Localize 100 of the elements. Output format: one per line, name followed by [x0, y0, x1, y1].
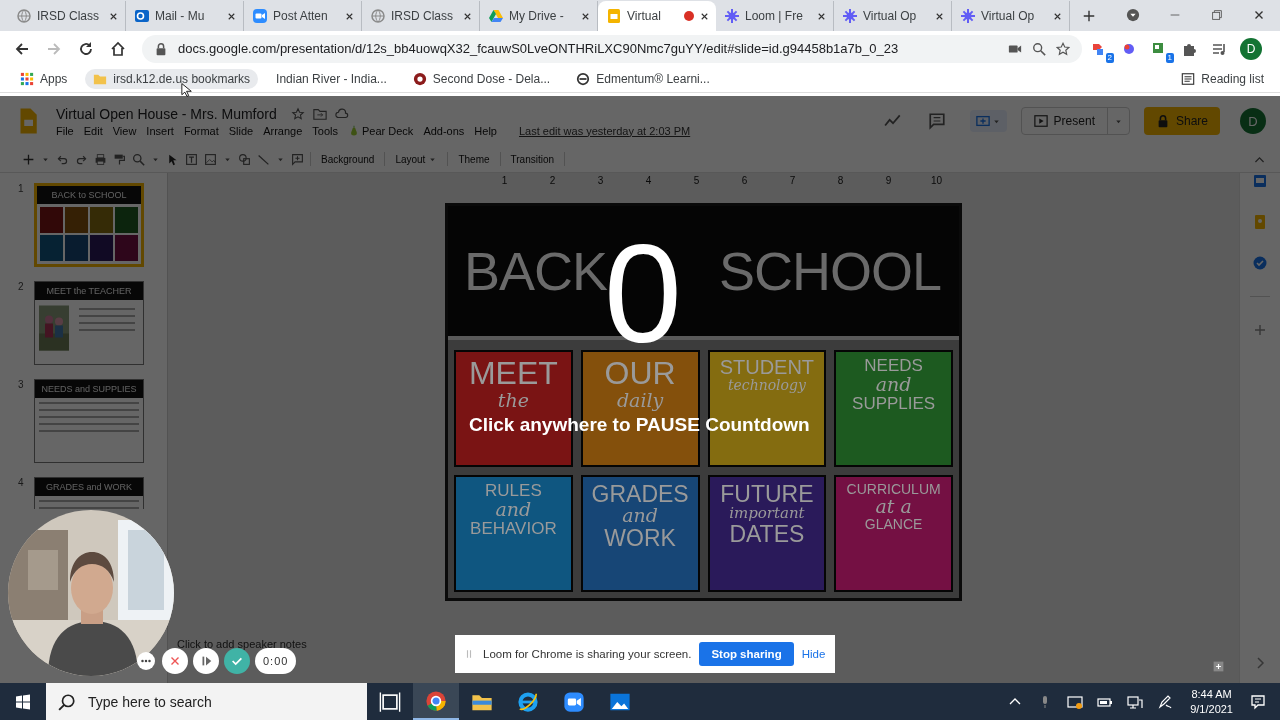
line-icon[interactable] [257, 152, 270, 166]
text-line [79, 308, 135, 310]
shape-icon[interactable] [238, 152, 251, 166]
thumbnail-tile [65, 235, 88, 261]
comment-icon[interactable] [927, 112, 946, 130]
windows-start-icon[interactable] [15, 693, 31, 710]
search-icon [58, 692, 76, 711]
menu-item[interactable]: Arrange [263, 124, 303, 137]
slide-thumbnail[interactable]: NEEDS and SUPPLIES [34, 379, 144, 463]
menu-item[interactable]: Add-ons [423, 124, 465, 137]
toolbar-button[interactable]: Transition [506, 153, 559, 165]
add-comment-icon[interactable] [291, 152, 304, 166]
bookmark[interactable]: Apps [12, 69, 76, 89]
tile-text: GLANCE [864, 516, 923, 532]
text-line [79, 322, 135, 324]
menu-item[interactable]: Format [183, 124, 219, 137]
toolbar-button[interactable]: Background [317, 153, 379, 165]
clock[interactable]: 8:44 AM 9/1/2021 [1190, 686, 1233, 717]
menu-item[interactable]: View [112, 124, 137, 137]
bookmark[interactable]: irsd.k12.de.us bookmarks [85, 69, 259, 89]
ruler-number: 8 [836, 175, 845, 188]
slides-icon [606, 8, 622, 24]
bookmark[interactable]: Indian River - India... [268, 69, 395, 89]
reading-list-button[interactable]: Reading list [1173, 69, 1272, 89]
account-avatar[interactable]: D [1240, 108, 1266, 134]
bookmark[interactable]: Second Dose - Dela... [404, 69, 559, 89]
thumbnail-tile [115, 207, 138, 233]
select-icon[interactable] [166, 152, 179, 166]
chrome-icon [425, 689, 447, 712]
ruler-number: 10 [930, 175, 943, 188]
paint-format-icon[interactable] [113, 152, 126, 166]
apps-grid-icon [20, 72, 34, 86]
zoom-icon[interactable] [132, 152, 145, 166]
slide-thumbnail[interactable]: BACK to SCHOOL [34, 183, 144, 267]
home-icon[interactable] [110, 40, 126, 57]
new-tab-icon[interactable] [1082, 9, 1096, 23]
thumbnail-heading: MEET the TEACHER [35, 282, 143, 300]
tile-text: NEEDS [864, 357, 923, 375]
menu-item[interactable]: File [56, 124, 74, 137]
menu-item[interactable]: Pear Deck [348, 124, 414, 137]
starburst-icon [960, 8, 976, 24]
ruler-number: 4 [644, 175, 653, 188]
cloud-icon [334, 106, 349, 121]
speaker-notes-field[interactable]: Click to add speaker notes [177, 638, 307, 650]
ruler-number: 9 [884, 175, 893, 188]
countdown-message[interactable]: Click anywhere to PAUSE Countdown [469, 414, 810, 436]
profile-avatar[interactable]: D [1240, 37, 1262, 60]
ruler-number: 5 [692, 175, 701, 188]
tile-text: STUDENT [719, 357, 815, 378]
tile-text: FUTURE [720, 482, 814, 507]
menu-item[interactable]: Help [474, 124, 497, 137]
tile-text: DATES [729, 521, 805, 547]
back-icon[interactable] [14, 40, 30, 57]
move-folder-icon[interactable] [312, 106, 327, 121]
tile-text: SUPPLIES [852, 394, 936, 413]
browser-tab[interactable]: Virtual [598, 1, 716, 31]
tile-text: RULES [485, 482, 542, 500]
meet-now-icon[interactable] [1067, 693, 1084, 710]
notification-icon[interactable] [1250, 693, 1266, 710]
taskbar-app[interactable] [413, 683, 459, 720]
print-icon[interactable] [94, 152, 107, 166]
reading-list-icon [1181, 72, 1196, 86]
tile-text: at a [875, 496, 912, 517]
taskbar-search-field[interactable]: Type here to search [46, 683, 367, 720]
menu-item[interactable]: Slide [228, 124, 254, 137]
slide-thumbnail[interactable]: GRADES and WORK [34, 477, 144, 509]
menu-item[interactable]: Insert [146, 124, 174, 137]
new-slide-icon[interactable] [22, 152, 35, 166]
star-icon[interactable] [1056, 41, 1070, 56]
mail-icon [134, 8, 150, 24]
globe-icon [16, 8, 32, 24]
menu-item[interactable]: Tools [312, 124, 338, 137]
pen-icon[interactable] [1157, 693, 1174, 710]
bookmark[interactable]: Edmentum® Learni... [568, 69, 718, 89]
thumbnail-tile [115, 235, 138, 261]
address-field[interactable]: docs.google.com/presentation/d/12s_bb4uowqX32_fcauwS0LveONTHRiLXC90Nmc7guYY/edit#slide=id.g94458b1a7b_0_23 [142, 34, 1082, 63]
menu-item[interactable]: Edit [83, 124, 103, 137]
share-button[interactable]: Share [1143, 107, 1220, 135]
document-title[interactable]: Virtual Open House - Mrs. Mumford [56, 105, 277, 122]
starburst-icon [842, 8, 858, 24]
hide-link[interactable]: Hide [801, 648, 826, 660]
text-box-icon[interactable] [185, 152, 198, 166]
thumbnail-heading: NEEDS and SUPPLIES [35, 380, 143, 398]
add-icon[interactable] [1212, 660, 1225, 673]
pear-icon [348, 124, 360, 137]
reload-icon[interactable] [78, 40, 94, 57]
slide-thumbnail[interactable]: MEET the TEACHER [34, 281, 144, 365]
star-icon[interactable] [290, 106, 305, 121]
restore-icon[interactable] [1210, 8, 1224, 22]
toolbar-button[interactable]: Theme [454, 153, 494, 165]
image-icon[interactable] [204, 152, 217, 166]
tab-search-icon[interactable] [1126, 8, 1140, 22]
stop-sharing-button[interactable]: Stop sharing [699, 642, 794, 666]
zoom-icon[interactable] [1032, 41, 1046, 56]
tile-text: CURRICULUM [846, 482, 941, 497]
toolbar-dropdown[interactable]: Layout [391, 153, 442, 165]
slide-number: 3 [18, 379, 25, 392]
text-line [79, 315, 135, 317]
network-icon[interactable] [1127, 693, 1144, 710]
last-edit-link[interactable]: Last edit was yesterday at 2:03 PM [519, 124, 691, 137]
